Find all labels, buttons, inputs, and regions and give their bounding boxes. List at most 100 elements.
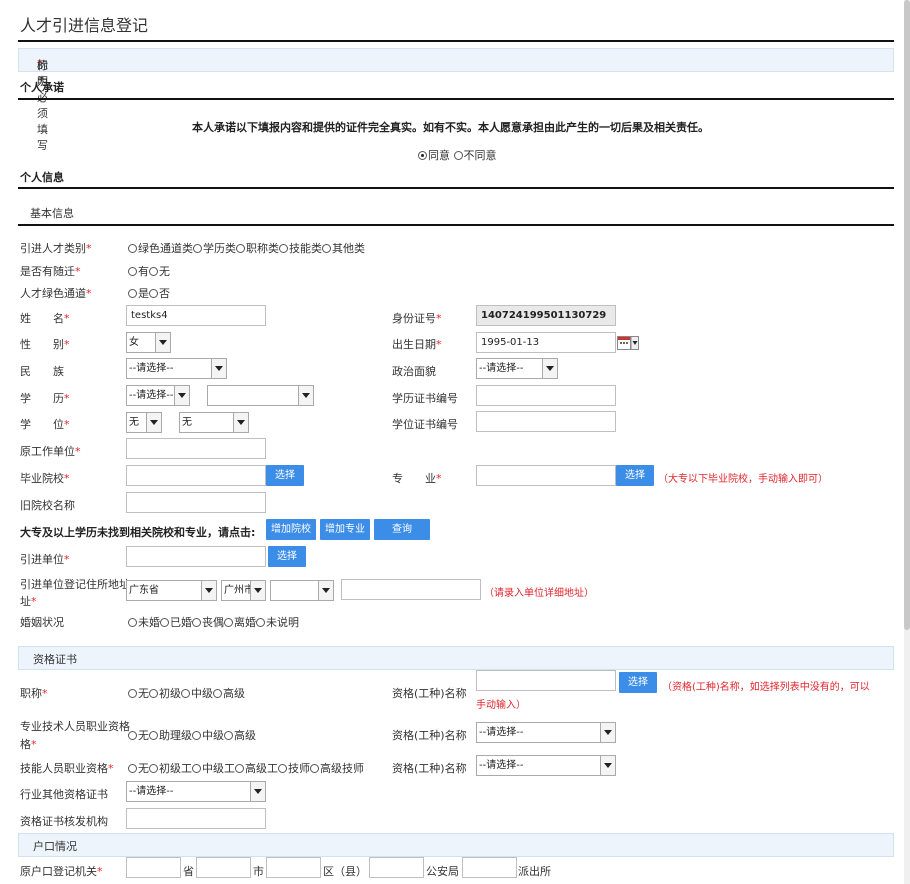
province-select[interactable]: 广东省 (126, 580, 217, 601)
radio-option[interactable]: 高级工 (235, 762, 278, 775)
radio-icon[interactable] (192, 764, 201, 773)
radio-icon[interactable] (278, 764, 287, 773)
radio-option[interactable]: 无 (128, 729, 149, 742)
vertical-scrollbar[interactable] (904, 0, 910, 884)
radio-option[interactable]: 高级技师 (310, 762, 364, 775)
radio-icon[interactable] (213, 689, 222, 698)
household-district-input[interactable] (266, 857, 321, 878)
radio-icon[interactable] (160, 618, 169, 627)
radio-icon[interactable] (149, 731, 158, 740)
radio-icon[interactable] (128, 289, 137, 298)
gender-select[interactable]: 女 (126, 332, 171, 353)
radio-icon[interactable] (235, 764, 244, 773)
select-major-button[interactable]: 选择 (616, 465, 654, 486)
radio-icon[interactable] (192, 731, 201, 740)
radio-option[interactable]: 初级 (149, 687, 181, 700)
radio-option[interactable]: 学历类 (193, 242, 236, 255)
radio-option[interactable]: 未婚 (128, 616, 160, 629)
radio-icon[interactable] (310, 764, 319, 773)
radio-icon[interactable] (256, 618, 265, 627)
education-detail-select[interactable] (207, 385, 314, 406)
former-school-input[interactable] (126, 492, 266, 513)
district-select[interactable] (270, 580, 334, 601)
radio-icon[interactable] (193, 244, 202, 253)
radio-icon[interactable] (128, 689, 137, 698)
edu-cert-input[interactable] (476, 385, 616, 406)
radio-icon[interactable] (192, 618, 201, 627)
radio-option[interactable]: 未说明 (256, 616, 299, 629)
household-province-input[interactable] (126, 857, 181, 878)
radio-option[interactable]: 已婚 (160, 616, 192, 629)
id-number-input[interactable]: 140724199501130729 (476, 305, 616, 326)
radio-icon[interactable] (128, 764, 137, 773)
radio-icon[interactable] (149, 267, 158, 276)
radio-option[interactable]: 绿色通道类 (128, 242, 193, 255)
radio-option[interactable]: 初级工 (149, 762, 192, 775)
radio-icon[interactable] (224, 731, 233, 740)
major-input[interactable] (476, 465, 616, 486)
radio-icon[interactable] (149, 764, 158, 773)
industry-cert-select[interactable]: --请选择-- (126, 781, 266, 802)
radio-icon[interactable] (453, 151, 463, 160)
disagree-radio[interactable]: 不同意 (453, 149, 497, 162)
degree-select[interactable]: 无 (126, 412, 162, 433)
radio-option[interactable]: 高级 (213, 687, 245, 700)
address-detail-input[interactable] (341, 579, 481, 600)
radio-option[interactable]: 有 (128, 265, 149, 278)
household-police-input[interactable] (369, 857, 424, 878)
birth-date-input[interactable]: 1995-01-13 (476, 332, 616, 353)
add-school-button[interactable]: 增加院校 (266, 519, 316, 540)
radio-option[interactable]: 其他类 (322, 242, 365, 255)
pro-tech-cert-select[interactable]: --请选择-- (476, 722, 616, 743)
ethnicity-select[interactable]: --请选择-- (126, 358, 227, 379)
add-major-button[interactable]: 增加专业 (320, 519, 370, 540)
radio-option[interactable]: 无 (128, 762, 149, 775)
radio-option[interactable]: 离婚 (224, 616, 256, 629)
query-button[interactable]: 查询 (374, 519, 430, 540)
agree-radio[interactable]: 同意 (418, 149, 450, 162)
skill-cert-select[interactable]: --请选择-- (476, 755, 616, 776)
name-input[interactable]: testks4 (126, 305, 266, 326)
radio-option[interactable]: 中级工 (192, 762, 235, 775)
radio-icon[interactable] (236, 244, 245, 253)
radio-icon[interactable] (128, 244, 137, 253)
radio-icon[interactable] (149, 289, 158, 298)
radio-option[interactable]: 技师 (278, 762, 310, 775)
radio-option[interactable]: 否 (149, 287, 170, 300)
select-employer-button[interactable]: 选择 (268, 546, 306, 567)
former-employer-input[interactable] (126, 438, 266, 459)
radio-option[interactable]: 无 (128, 687, 149, 700)
radio-option[interactable]: 助理级 (149, 729, 192, 742)
radio-option[interactable]: 中级 (181, 687, 213, 700)
radio-icon[interactable] (181, 689, 190, 698)
radio-option[interactable]: 技能类 (279, 242, 322, 255)
cert-name-input[interactable] (476, 670, 616, 691)
radio-icon[interactable] (128, 731, 137, 740)
radio-option[interactable]: 丧偶 (192, 616, 224, 629)
radio-icon[interactable] (128, 618, 137, 627)
household-station-input[interactable] (462, 857, 517, 878)
select-school-button[interactable]: 选择 (266, 465, 304, 486)
radio-selected-icon[interactable] (418, 151, 427, 160)
city-select[interactable]: 广州市 (221, 580, 266, 601)
radio-icon[interactable] (149, 689, 158, 698)
radio-icon[interactable] (279, 244, 288, 253)
radio-option[interactable]: 是 (128, 287, 149, 300)
scrollbar-thumb[interactable] (904, 0, 910, 630)
degree-detail-select[interactable]: 无 (179, 412, 249, 433)
radio-icon[interactable] (128, 267, 137, 276)
radio-icon[interactable] (224, 618, 233, 627)
degree-cert-input[interactable] (476, 411, 616, 432)
calendar-icon[interactable] (617, 336, 639, 350)
political-select[interactable]: --请选择-- (476, 358, 558, 379)
education-select[interactable]: --请选择-- (126, 385, 190, 406)
radio-option[interactable]: 无 (149, 265, 170, 278)
select-cert-button[interactable]: 选择 (619, 672, 657, 693)
radio-icon[interactable] (322, 244, 331, 253)
graduate-school-input[interactable] (126, 465, 266, 486)
employer-input[interactable] (126, 546, 266, 567)
cert-issuer-input[interactable] (126, 808, 266, 829)
radio-option[interactable]: 职称类 (236, 242, 279, 255)
radio-option[interactable]: 中级 (192, 729, 224, 742)
household-city-input[interactable] (196, 857, 251, 878)
